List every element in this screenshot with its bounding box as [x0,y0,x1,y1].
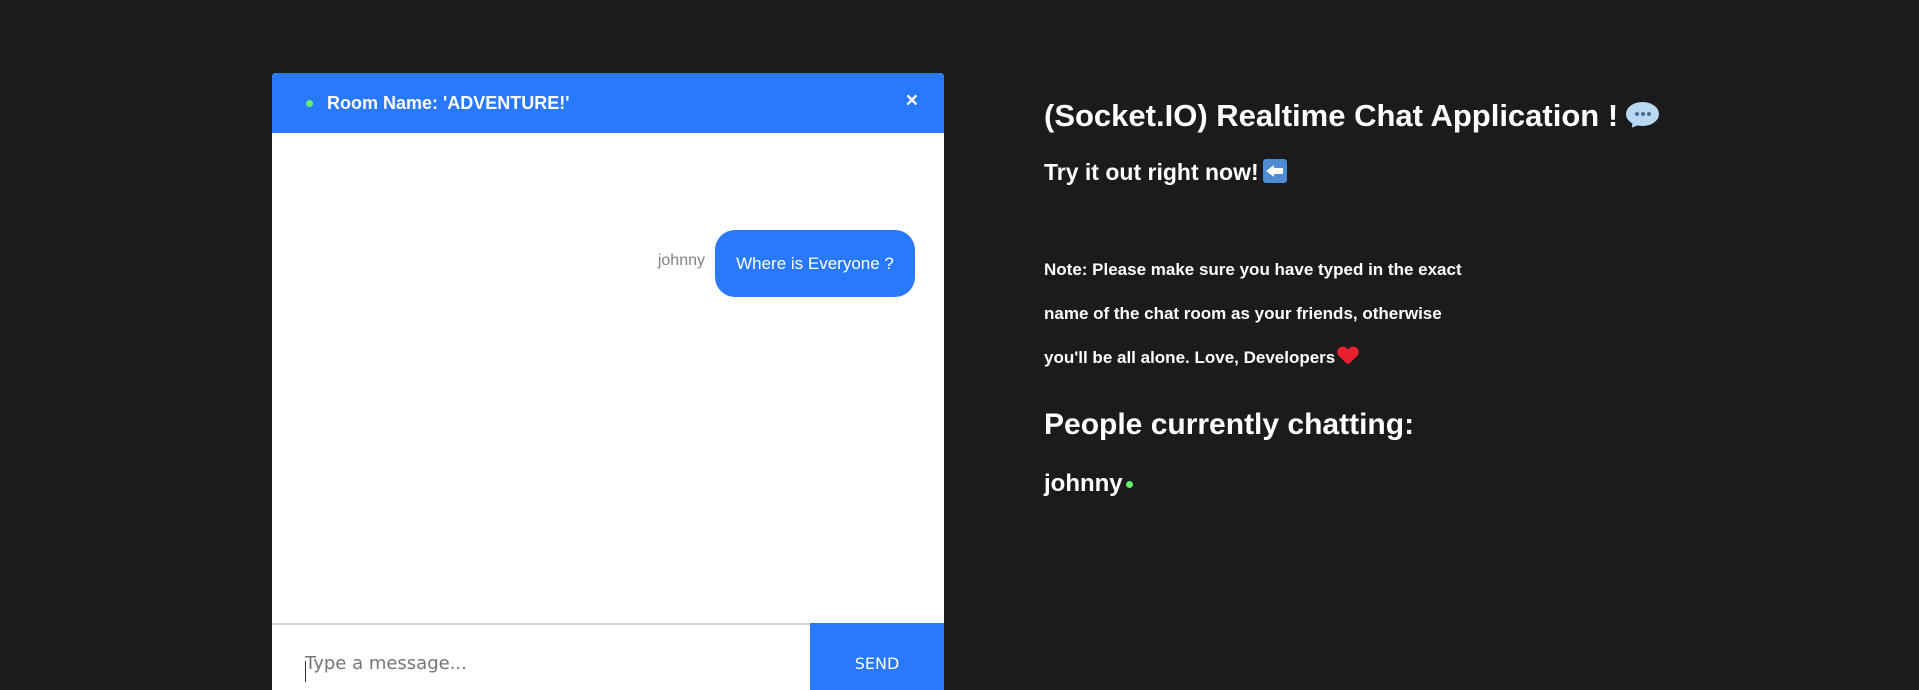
note-line: name of the chat room as your friends, o… [1044,304,1442,323]
online-status-icon [1126,481,1133,488]
close-button[interactable]: × [906,90,918,111]
messages-area[interactable]: johnny Where is Everyone ? [272,133,944,563]
speech-bubble-icon [1626,102,1660,132]
room-name: Room Name: 'ADVENTURE!' [327,93,570,113]
text-caret [305,661,306,682]
heart-icon [1338,347,1358,365]
message-input-bar: SEND [272,623,944,690]
chat-header: Room Name: 'ADVENTURE!' × [272,73,944,133]
subtitle: Try it out right now! [1044,158,1287,186]
note: Note: Please make sure you have typed in… [1044,248,1504,380]
message-sender: johnny [657,252,705,269]
left-arrow-icon [1262,159,1287,183]
app-title: (Socket.IO) Realtime Chat Application ! [1044,98,1660,134]
message-input[interactable] [272,625,810,690]
subtitle-text: Try it out right now! [1044,159,1259,185]
people-heading: People currently chatting: [1044,408,1415,441]
note-line: Note: Please make sure you have typed in… [1044,260,1462,279]
online-status-icon [306,100,313,107]
app-title-text: (Socket.IO) Realtime Chat Application ! [1044,98,1619,133]
note-line: you'll be all alone. Love, Developers [1044,336,1504,380]
person-name: johnny [1044,470,1123,497]
send-button[interactable]: SEND [810,623,944,690]
chat-window: Room Name: 'ADVENTURE!' × johnny Where i… [272,73,944,690]
note-line-text: you'll be all alone. Love, Developers [1044,348,1336,367]
message-bubble: Where is Everyone ? [715,230,915,297]
